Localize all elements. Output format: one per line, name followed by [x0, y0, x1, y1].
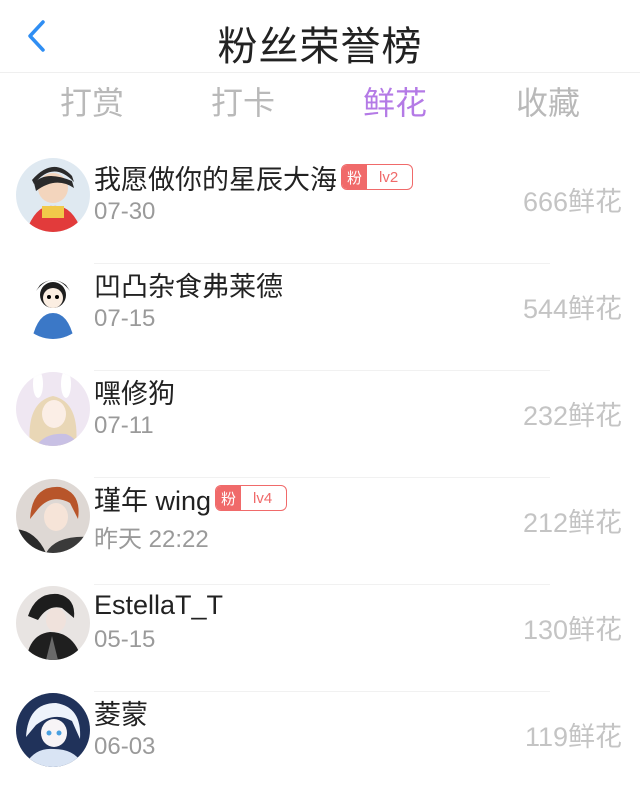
name-line: 凹凸杂食弗莱德 — [94, 265, 283, 303]
flower-count: 119鲜花 — [524, 722, 622, 752]
list-item[interactable]: 菱蒙 06-03 119鲜花 — [0, 693, 640, 799]
flower-count: 232鲜花 — [522, 401, 622, 431]
user-name[interactable]: 菱蒙 — [94, 693, 148, 732]
fan-level-badge: 粉 lv2 — [341, 164, 414, 190]
user-name[interactable]: EstellaT_T — [94, 590, 223, 621]
date: 07-11 — [94, 412, 154, 439]
top-bar: 粉丝荣誉榜 — [0, 0, 640, 73]
avatar[interactable] — [16, 479, 90, 553]
date: 07-15 — [94, 305, 156, 332]
name-line: 我愿做你的星辰大海 粉 lv2 — [94, 158, 414, 197]
tab-bar: 打赏 打卡 鲜花 收藏 — [0, 78, 640, 126]
tab-favorites[interactable]: 收藏 — [516, 78, 580, 124]
avatar[interactable] — [16, 158, 90, 232]
page-title: 粉丝荣誉榜 — [217, 25, 423, 69]
list-item[interactable]: 我愿做你的星辰大海 粉 lv2 07-30 666鲜花 — [0, 158, 640, 264]
name-line: 瑾年 wing 粉 lv4 — [94, 479, 288, 518]
name-line: EstellaT_T — [94, 586, 223, 624]
list-item[interactable]: 瑾年 wing 粉 lv4 昨天 22:22 212鲜花 — [0, 479, 640, 585]
list-item[interactable]: 凹凸杂食弗莱德 07-15 544鲜花 — [0, 265, 640, 371]
flower-count: 666鲜花 — [522, 187, 622, 217]
divider — [94, 584, 550, 585]
divider — [94, 691, 550, 692]
date: 昨天 22:22 — [94, 526, 209, 553]
list-item[interactable]: 嘿修狗 07-11 232鲜花 — [0, 372, 640, 478]
avatar[interactable] — [16, 372, 90, 446]
name-line: 菱蒙 — [94, 693, 148, 731]
avatar[interactable] — [16, 693, 90, 767]
flower-count: 544鲜花 — [522, 294, 622, 324]
name-line: 嘿修狗 — [94, 372, 175, 410]
date: 05-15 — [94, 626, 156, 653]
flower-count: 212鲜花 — [522, 508, 622, 538]
tab-flowers[interactable]: 鲜花 — [363, 78, 427, 124]
flower-count: 130鲜花 — [522, 615, 622, 645]
date: 06-03 — [94, 733, 156, 760]
user-name[interactable]: 嘿修狗 — [94, 372, 175, 411]
avatar[interactable] — [16, 265, 90, 339]
user-name[interactable]: 凹凸杂食弗莱德 — [94, 265, 283, 304]
user-name[interactable]: 瑾年 wing — [94, 479, 211, 518]
user-name[interactable]: 我愿做你的星辰大海 — [94, 158, 337, 197]
fan-level-badge: 粉 lv4 — [215, 485, 288, 511]
avatar[interactable] — [16, 586, 90, 660]
list-item[interactable]: EstellaT_T 05-15 130鲜花 — [0, 586, 640, 692]
tab-reward[interactable]: 打赏 — [60, 78, 124, 124]
date: 07-30 — [94, 198, 156, 225]
tab-checkin[interactable]: 打卡 — [211, 78, 275, 124]
